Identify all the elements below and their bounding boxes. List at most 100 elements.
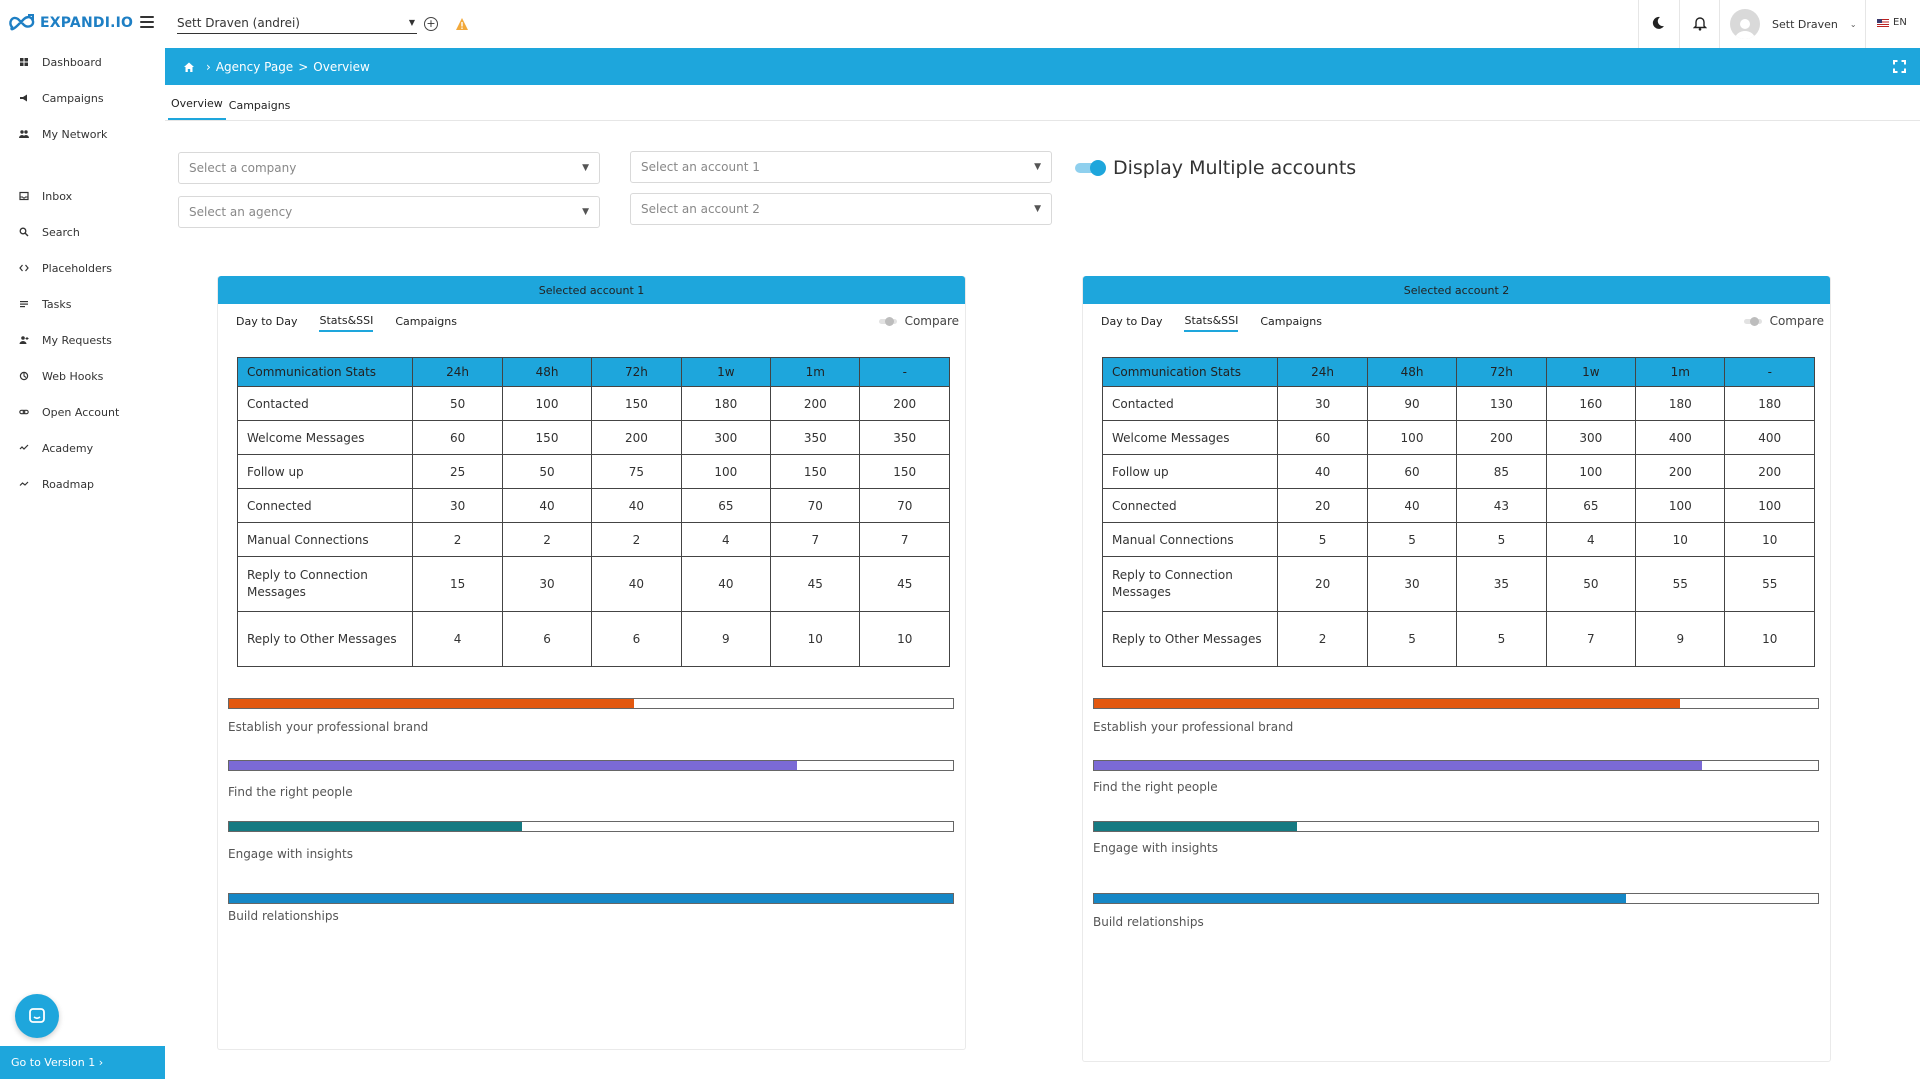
company-select[interactable]: Select a company ▼ [178, 152, 600, 184]
moon-icon[interactable] [1651, 16, 1665, 30]
link-icon [18, 406, 30, 418]
table-row: Follow up 25 50 75 100 150 150 [236, 454, 950, 489]
ssi-progress-bar [228, 893, 954, 904]
sidebar-item-academy[interactable]: Academy [0, 430, 165, 466]
table-cell: 60 [1277, 420, 1368, 455]
user-plus-icon [18, 334, 30, 346]
logo-icon [9, 14, 35, 31]
table-cell: 200 [591, 420, 682, 455]
tab-stats-ssi[interactable]: Stats&SSI [319, 314, 374, 332]
tab-campaigns[interactable]: Campaigns [1260, 315, 1322, 331]
tab-day-to-day[interactable]: Day to Day [236, 315, 297, 331]
tab-campaigns[interactable]: Campaigns [395, 315, 457, 331]
ssi-progress-fill [229, 894, 953, 903]
table-cell: 2 [412, 522, 503, 557]
compare-toggle[interactable]: Compare [878, 314, 959, 328]
agency-select[interactable]: Select an agency ▼ [178, 196, 600, 228]
ssi-progress-fill [1094, 699, 1681, 708]
account-select[interactable]: Sett Draven (andrei) ▼ [177, 12, 417, 34]
tab-overview[interactable]: Overview [168, 97, 226, 120]
column-header: Communication Stats [1101, 357, 1279, 387]
bell-icon[interactable] [1693, 15, 1707, 31]
table-cell: 150 [591, 386, 682, 421]
sidebar-item-search[interactable]: Search [0, 214, 165, 250]
table-cell: 350 [770, 420, 861, 455]
sidebar-item-placeholders[interactable]: Placeholders [0, 250, 165, 286]
ssi-label: Find the right people [1093, 780, 1218, 794]
table-row: Reply to Connection Messages 15 30 40 40 45 45 [236, 556, 950, 612]
sidebar-item-web-hooks[interactable]: Web Hooks [0, 358, 165, 394]
account-1-select-placeholder: Select an account 1 [641, 160, 760, 174]
add-circle-icon[interactable]: + [424, 17, 438, 31]
display-multiple-accounts-toggle[interactable] [1075, 160, 1106, 176]
table-cell: 50 [1545, 556, 1637, 612]
sidebar-item-my-requests[interactable]: My Requests [0, 322, 165, 358]
go-to-version-1-button[interactable]: Go to Version 1 › [0, 1046, 165, 1079]
sidebar-item-label: Search [42, 225, 80, 239]
expandi-logo[interactable]: EXPANDI.IO [6, 10, 133, 36]
table-cell: 200 [1456, 420, 1547, 455]
table-row: Manual Connections 5 5 5 4 10 10 [1101, 522, 1815, 557]
table-cell: 7 [1545, 611, 1637, 667]
sidebar-item-tasks[interactable]: Tasks [0, 286, 165, 322]
row-label: Reply to Other Messages [1101, 611, 1279, 667]
table-cell: 45 [770, 556, 861, 612]
row-label: Contacted [236, 386, 414, 421]
chat-icon [29, 1008, 45, 1023]
dashboard-icon [18, 56, 30, 68]
fullscreen-icon[interactable] [1893, 60, 1906, 73]
row-label: Manual Connections [1101, 522, 1279, 557]
sidebar-nav-primary: Dashboard Campaigns My Network [0, 44, 165, 152]
sidebar-item-label: My Network [42, 127, 108, 141]
toggle-switch [1743, 316, 1762, 326]
ssi-progress-bar [228, 821, 954, 832]
sidebar-item-inbox[interactable]: Inbox [0, 178, 165, 214]
table-cell: 200 [1635, 454, 1726, 489]
account-1-select[interactable]: Select an account 1 ▼ [630, 151, 1052, 183]
table-cell: 100 [1635, 488, 1726, 523]
language-select[interactable]: EN [1877, 17, 1907, 28]
row-label: Connected [1101, 488, 1279, 523]
home-icon[interactable] [183, 61, 195, 73]
caret-down-icon: ▼ [1034, 162, 1041, 172]
compare-toggle[interactable]: Compare [1743, 314, 1824, 328]
table-cell: 7 [859, 522, 950, 557]
sidebar-item-my-network[interactable]: My Network [0, 116, 165, 152]
user-menu[interactable]: Sett Draven ⌄ [1730, 8, 1857, 40]
table-cell: 70 [770, 488, 861, 523]
table-cell: 55 [1724, 556, 1815, 612]
chat-button[interactable] [15, 994, 59, 1038]
tab-day-to-day[interactable]: Day to Day [1101, 315, 1162, 331]
account-panel-2: Selected account 2 Day to Day Stats&SSI Cam… [1082, 276, 1831, 1062]
table-cell: 10 [1635, 522, 1726, 557]
table-cell: 40 [501, 488, 593, 523]
tab-stats-ssi[interactable]: Stats&SSI [1184, 314, 1239, 332]
table-cell: 300 [1545, 420, 1637, 455]
table-row: Connected 30 40 40 65 70 70 [236, 488, 950, 523]
sidebar-item-roadmap[interactable]: Roadmap [0, 466, 165, 502]
caret-down-icon: ▼ [582, 207, 589, 217]
ssi-label: Build relationships [228, 909, 339, 923]
sidebar-item-open-account[interactable]: Open Account [0, 394, 165, 430]
table-cell: 200 [770, 386, 861, 421]
avatar [1730, 9, 1760, 39]
ssi-progress-fill [229, 699, 635, 708]
table-row: Welcome Messages 60 150 200 300 350 350 [236, 420, 950, 455]
column-header: 1m [1635, 357, 1726, 387]
panel-title: Selected account 2 [1083, 276, 1830, 304]
table-row: Follow up 40 60 85 100 200 200 [1101, 454, 1815, 489]
sidebar-item-dashboard[interactable]: Dashboard [0, 44, 165, 80]
sidebar-item-campaigns[interactable]: Campaigns [0, 80, 165, 116]
menu-icon[interactable] [140, 16, 154, 28]
table-cell: 200 [859, 386, 950, 421]
column-header: 72h [591, 357, 682, 387]
table-cell: 6 [501, 611, 593, 667]
table-header-row: Communication Stats 24h 48h 72h 1w 1m - [1101, 357, 1815, 387]
search-icon [18, 226, 30, 238]
warning-icon[interactable] [455, 17, 469, 31]
account-2-select[interactable]: Select an account 2 ▼ [630, 193, 1052, 225]
breadcrumb-page[interactable]: Agency Page [216, 60, 293, 74]
breadcrumb-separator: › [206, 59, 211, 74]
table-cell: 150 [770, 454, 861, 489]
tab-campaigns[interactable]: Campaigns [226, 99, 294, 120]
